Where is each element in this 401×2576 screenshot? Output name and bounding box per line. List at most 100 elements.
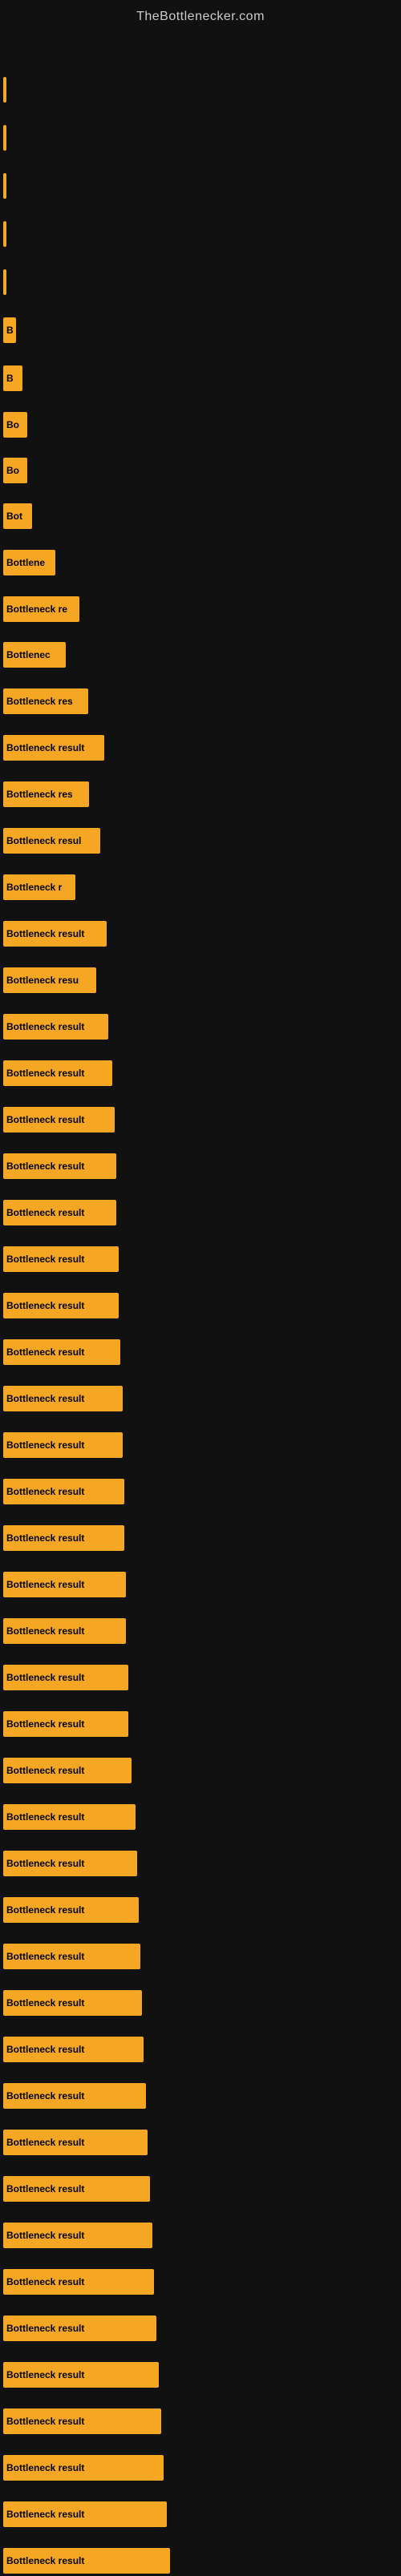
bar-row: Bottleneck result (3, 1104, 115, 1135)
bar-label: Bottleneck result (6, 1347, 84, 1358)
bar-row: Bottleneck result (3, 2453, 164, 2483)
bar-label: Bottleneck result (6, 1718, 84, 1730)
bar-row: Bottleneck result (3, 1755, 132, 1786)
bar-label: Bottleneck result (6, 2323, 84, 2334)
bar-row (3, 219, 6, 249)
bar-label: Bottleneck result (6, 2090, 84, 2102)
bottleneck-bar: Bottleneck result (3, 921, 107, 947)
bar-row: Bottleneck result (3, 1337, 120, 1367)
bar-label: Bottleneck result (6, 1579, 84, 1590)
bottleneck-bar: Bottleneck result (3, 2408, 161, 2434)
bar-row: Bottleneck result (3, 1430, 123, 1460)
bottleneck-bar: B (3, 317, 16, 343)
bar-label: B (6, 325, 14, 336)
bottleneck-bar (3, 77, 6, 103)
bar-label: Bottleneck result (6, 2137, 84, 2148)
bottleneck-bar: Bottleneck result (3, 1432, 123, 1458)
bar-label: Bottleneck res (6, 696, 73, 707)
bar-row: Bot (3, 501, 32, 531)
bar-label: Bottleneck result (6, 742, 84, 753)
bar-row: Bottleneck result (3, 733, 104, 763)
bar-label: Bo (6, 465, 19, 476)
bottleneck-bar: Bottleneck result (3, 2037, 144, 2062)
bottleneck-bar (3, 269, 6, 295)
bottleneck-bar: Bottleneck result (3, 1944, 140, 1969)
bar-row: Bottleneck result (3, 2127, 148, 2158)
bar-row: Bottleneck result (3, 1151, 116, 1181)
bar-row: Bottleneck result (3, 1895, 139, 1925)
bar-label: Bottleneck result (6, 1068, 84, 1079)
bottleneck-bar: B (3, 365, 22, 391)
bottleneck-bar: Bo (3, 412, 27, 438)
bottleneck-bar: Bottleneck result (3, 1479, 124, 1504)
bottleneck-bar: Bottleneck result (3, 1107, 115, 1133)
bar-label: Bottleneck result (6, 1858, 84, 1869)
bar-row: Bottleneck result (3, 1988, 142, 2018)
bottleneck-bar: Bottleneck result (3, 1386, 123, 1411)
bar-row: Bo (3, 410, 27, 440)
bottleneck-bar: Bottleneck result (3, 1851, 137, 1876)
bar-label: Bottleneck result (6, 2183, 84, 2194)
bar-row: Bottleneck result (3, 1802, 136, 1832)
bar-label: Bottleneck result (6, 2369, 84, 2380)
bar-label: B (6, 373, 14, 384)
bottleneck-bar: Bottleneck result (3, 2223, 152, 2248)
bottleneck-bar: Bottleneck re (3, 596, 79, 622)
bottleneck-bar: Bottleneck result (3, 1153, 116, 1179)
bottleneck-bar: Bottleneck result (3, 2130, 148, 2155)
bar-label: Bottleneck result (6, 1300, 84, 1311)
bar-row: Bottleneck result (3, 1848, 137, 1879)
bottleneck-bar: Bottleneck result (3, 1618, 126, 1644)
bottleneck-bar: Bottleneck result (3, 2362, 159, 2388)
bottleneck-bar: Bottleneck result (3, 1246, 119, 1272)
bar-label: Bottleneck resu (6, 975, 79, 986)
bar-label: Bottleneck result (6, 1393, 84, 1404)
bar-label: Bottlene (6, 557, 45, 568)
bar-row: Bottleneck result (3, 1383, 123, 1414)
bar-row: Bottleneck result (3, 1709, 128, 1739)
bar-row: Bottlene (3, 547, 55, 578)
bottleneck-bar: Bottleneck r (3, 874, 75, 900)
site-title: TheBottlenecker.com (0, 0, 401, 30)
bar-row: Bottleneck result (3, 1662, 128, 1693)
bottleneck-bar: Bottleneck result (3, 1200, 116, 1225)
bottleneck-bar: Bottleneck result (3, 735, 104, 761)
bottleneck-bar: Bottleneck result (3, 1990, 142, 2016)
bar-row: Bottleneck result (3, 2081, 146, 2111)
bottleneck-bar (3, 125, 6, 151)
bottleneck-bar: Bottleneck result (3, 1897, 139, 1923)
bottleneck-bar: Bottleneck res (3, 688, 88, 714)
bar-row: Bottleneck result (3, 1616, 126, 1646)
bottleneck-bar: Bottleneck result (3, 1572, 126, 1597)
bottleneck-bar: Bottlene (3, 550, 55, 575)
bar-label: Bottleneck result (6, 1997, 84, 2009)
bar-row: Bottleneck result (3, 2546, 170, 2576)
bar-label: Bottleneck result (6, 1904, 84, 1916)
bar-row: Bottleneck result (3, 2406, 161, 2437)
bar-row: Bottleneck result (3, 1523, 124, 1553)
bar-label: Bottleneck result (6, 2462, 84, 2473)
bar-row: Bottleneck res (3, 686, 88, 717)
bar-row: Bottleneck result (3, 2313, 156, 2344)
bottleneck-bar: Bottleneck res (3, 781, 89, 807)
bar-label: Bottleneck result (6, 1207, 84, 1218)
bar-label: Bottleneck result (6, 928, 84, 939)
bar-row: Bottleneck result (3, 1941, 140, 1972)
bar-label: Bottleneck result (6, 1021, 84, 1032)
bottleneck-bar: Bottleneck result (3, 2083, 146, 2109)
bar-row: Bottleneck resul (3, 826, 100, 856)
bar-row: Bottleneck result (3, 2499, 167, 2530)
bar-row: Bottleneck re (3, 594, 79, 624)
bar-label: Bottleneck result (6, 1161, 84, 1172)
bar-row (3, 171, 6, 201)
bar-label: Bottleneck result (6, 2230, 84, 2241)
bar-label: Bottleneck result (6, 1951, 84, 1962)
bar-row: Bo (3, 455, 27, 486)
bottleneck-bar: Bottleneck result (3, 2176, 150, 2202)
bottleneck-bar: Bottleneck resul (3, 828, 100, 854)
bottleneck-bar: Bottleneck result (3, 2269, 154, 2295)
bar-label: Bottleneck result (6, 1254, 84, 1265)
bar-label: Bottleneck result (6, 1486, 84, 1497)
bottleneck-bar: Bottleneck result (3, 1758, 132, 1783)
bar-label: Bottleneck result (6, 1439, 84, 1451)
